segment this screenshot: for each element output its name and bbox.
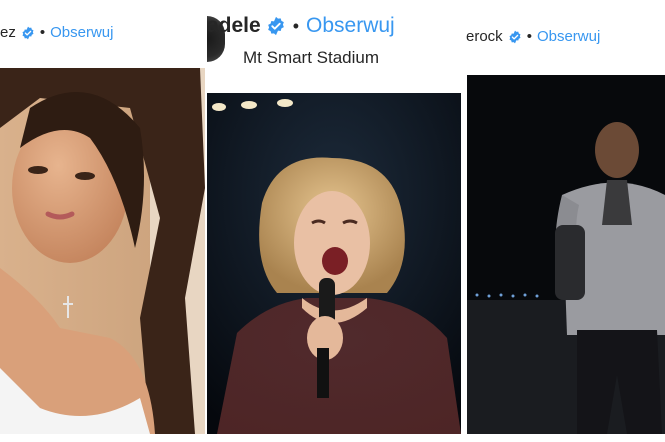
follow-button[interactable]: Obserwuj — [537, 28, 600, 45]
location-link[interactable]: Mt Smart Stadium — [243, 48, 379, 68]
post-header: erock • Obserwuj — [466, 28, 600, 45]
post-card-3: erock • Obserwuj — [463, 0, 665, 442]
post-photo[interactable] — [0, 68, 205, 434]
post-card-2: adele • Obserwuj Mt Smart Stadium — [207, 0, 461, 442]
follow-button[interactable]: Obserwuj — [50, 24, 113, 41]
username-link[interactable]: ez — [0, 24, 16, 41]
post-photo[interactable] — [467, 75, 665, 434]
post-header: ez • Obserwuj — [0, 24, 113, 41]
post-photo[interactable] — [207, 93, 461, 434]
separator-dot: • — [292, 15, 300, 36]
post-card-1: ez • Obserwuj — [0, 0, 205, 442]
verified-badge-icon — [266, 16, 286, 36]
verified-badge-icon — [21, 26, 35, 40]
follow-button[interactable]: Obserwuj — [306, 14, 395, 38]
separator-dot: • — [39, 24, 46, 41]
username-link[interactable]: erock — [466, 28, 503, 45]
username-link[interactable]: adele — [207, 14, 261, 38]
separator-dot: • — [526, 28, 532, 45]
verified-badge-icon — [508, 30, 522, 44]
post-header: adele • Obserwuj — [207, 14, 395, 38]
